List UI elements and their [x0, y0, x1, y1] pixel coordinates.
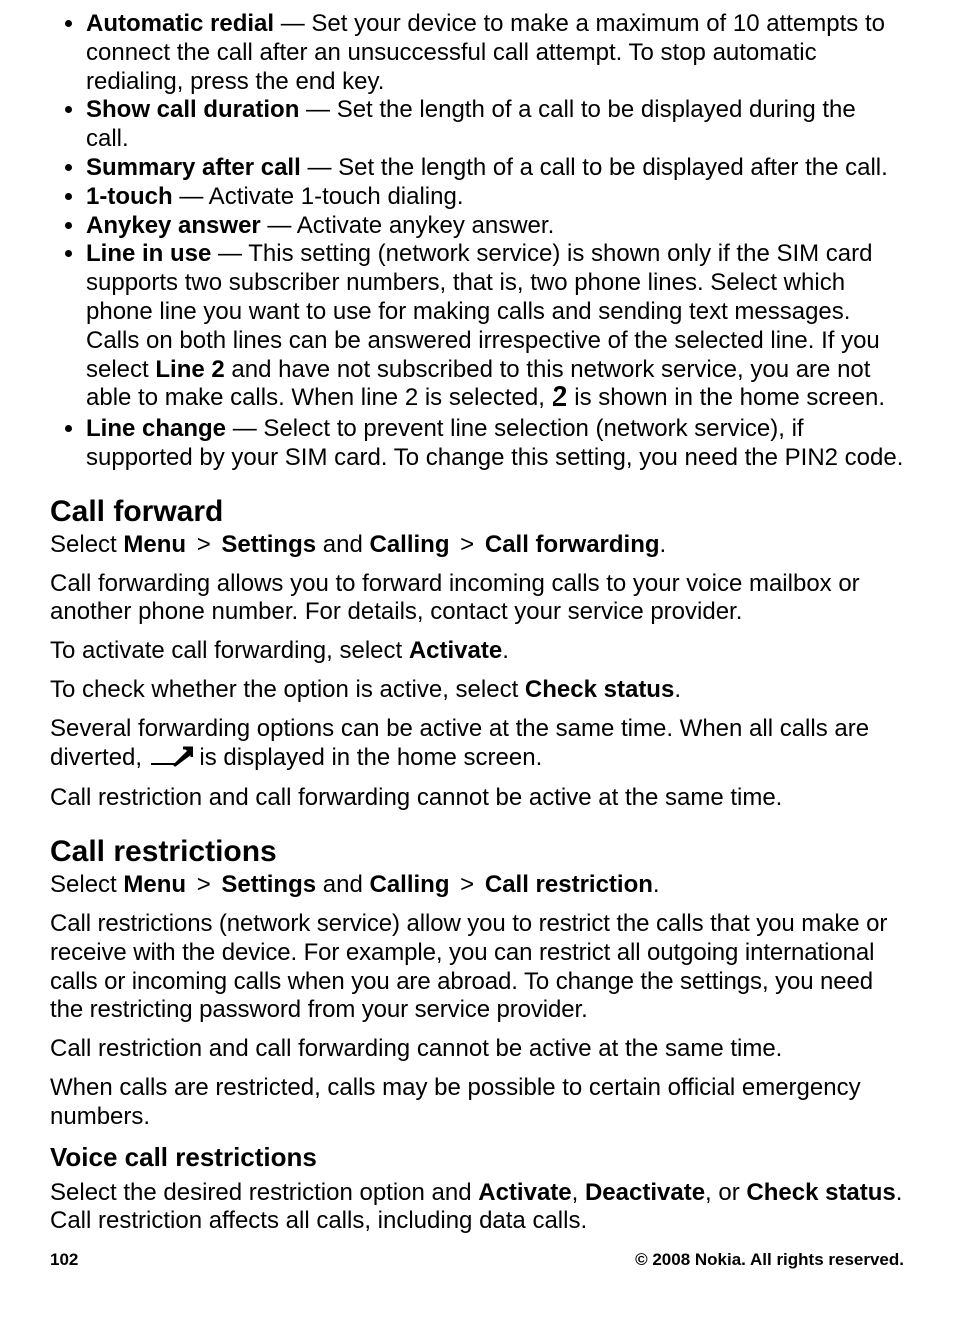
- nav-select: Select: [50, 871, 123, 898]
- text: Select the desired restriction option an…: [50, 1179, 478, 1206]
- call-forward-check-status: To check whether the option is active, s…: [50, 676, 904, 705]
- call-forward-heading: Call forward: [50, 495, 904, 529]
- text: .: [674, 676, 681, 703]
- nav-calling: Calling: [369, 531, 449, 558]
- nav-call-forwarding: Call forwarding: [485, 531, 660, 558]
- bullet-line-change: Line change — Select to prevent line sel…: [86, 415, 904, 473]
- number-2-icon: [552, 385, 568, 415]
- text: To check whether the option is active, s…: [50, 676, 525, 703]
- nav-sep: >: [197, 531, 211, 558]
- bullet-automatic-redial: Automatic redial — Set your device to ma…: [86, 10, 904, 96]
- call-forward-nav-path: Select Menu > Settings and Calling > Cal…: [50, 531, 904, 560]
- bullet-line-in-use: Line in use — This setting (network serv…: [86, 240, 904, 415]
- bullet-1-touch: 1-touch — Activate 1-touch dialing.: [86, 183, 904, 212]
- divert-arrow-icon: [149, 745, 193, 775]
- call-forward-desc: Call forwarding allows you to forward in…: [50, 570, 904, 628]
- nav-sep: >: [460, 871, 474, 898]
- bullet-text: — Activate anykey answer.: [261, 212, 554, 239]
- nav-call-restriction: Call restriction: [485, 871, 653, 898]
- bullet-label: Anykey answer: [86, 212, 261, 239]
- text: To activate call forwarding, select: [50, 637, 409, 664]
- activate-bold: Activate: [478, 1179, 571, 1206]
- text: .: [502, 637, 509, 664]
- bullet-text: is shown in the home screen.: [568, 384, 886, 411]
- nav-menu: Menu: [123, 871, 186, 898]
- bullet-show-call-duration: Show call duration — Set the length of a…: [86, 96, 904, 154]
- call-forward-several-options: Several forwarding options can be active…: [50, 715, 904, 775]
- bullet-label: Automatic redial: [86, 10, 274, 37]
- check-status-bold: Check status: [746, 1179, 895, 1206]
- copyright-text: © 2008 Nokia. All rights reserved.: [635, 1250, 904, 1270]
- call-restrict-emergency-note: When calls are restricted, calls may be …: [50, 1074, 904, 1132]
- call-restrict-desc: Call restrictions (network service) allo…: [50, 910, 904, 1025]
- call-forward-activate: To activate call forwarding, select Acti…: [50, 637, 904, 666]
- call-forward-restriction-note: Call restriction and call forwarding can…: [50, 784, 904, 813]
- page: Automatic redial — Set your device to ma…: [0, 0, 954, 1322]
- check-status-bold: Check status: [525, 676, 674, 703]
- call-restrict-nav-path: Select Menu > Settings and Calling > Cal…: [50, 871, 904, 900]
- call-restrict-forward-note: Call restriction and call forwarding can…: [50, 1035, 904, 1064]
- settings-bullet-list: Automatic redial — Set your device to ma…: [50, 10, 904, 473]
- bullet-label: Line in use: [86, 240, 211, 267]
- nav-settings: Settings: [221, 871, 316, 898]
- page-number: 102: [50, 1250, 78, 1270]
- bullet-text: — Set the length of a call to be display…: [301, 154, 888, 181]
- bullet-anykey-answer: Anykey answer — Activate anykey answer.: [86, 212, 904, 241]
- bullet-label: 1-touch: [86, 183, 173, 210]
- page-footer: 102 © 2008 Nokia. All rights reserved.: [50, 1250, 904, 1270]
- bullet-label: Line change: [86, 415, 226, 442]
- nav-and: and: [316, 531, 369, 558]
- text: ,: [572, 1179, 585, 1206]
- nav-select: Select: [50, 531, 123, 558]
- bullet-summary-after-call: Summary after call — Set the length of a…: [86, 154, 904, 183]
- deactivate-bold: Deactivate: [585, 1179, 705, 1206]
- nav-dot: .: [660, 531, 667, 558]
- voice-call-restrictions-heading: Voice call restrictions: [50, 1142, 904, 1173]
- nav-sep: >: [197, 871, 211, 898]
- bullet-text: — Activate 1-touch dialing.: [173, 183, 464, 210]
- nav-dot: .: [653, 871, 660, 898]
- nav-menu: Menu: [123, 531, 186, 558]
- nav-settings: Settings: [221, 531, 316, 558]
- voice-call-restrict-desc: Select the desired restriction option an…: [50, 1179, 904, 1237]
- line2-bold: Line 2: [155, 356, 224, 383]
- nav-and: and: [316, 871, 369, 898]
- bullet-label: Summary after call: [86, 154, 301, 181]
- text: is displayed in the home screen.: [193, 744, 543, 771]
- call-restrictions-heading: Call restrictions: [50, 835, 904, 869]
- nav-sep: >: [460, 531, 474, 558]
- nav-calling: Calling: [369, 871, 449, 898]
- activate-bold: Activate: [409, 637, 502, 664]
- text: , or: [705, 1179, 746, 1206]
- bullet-label: Show call duration: [86, 96, 299, 123]
